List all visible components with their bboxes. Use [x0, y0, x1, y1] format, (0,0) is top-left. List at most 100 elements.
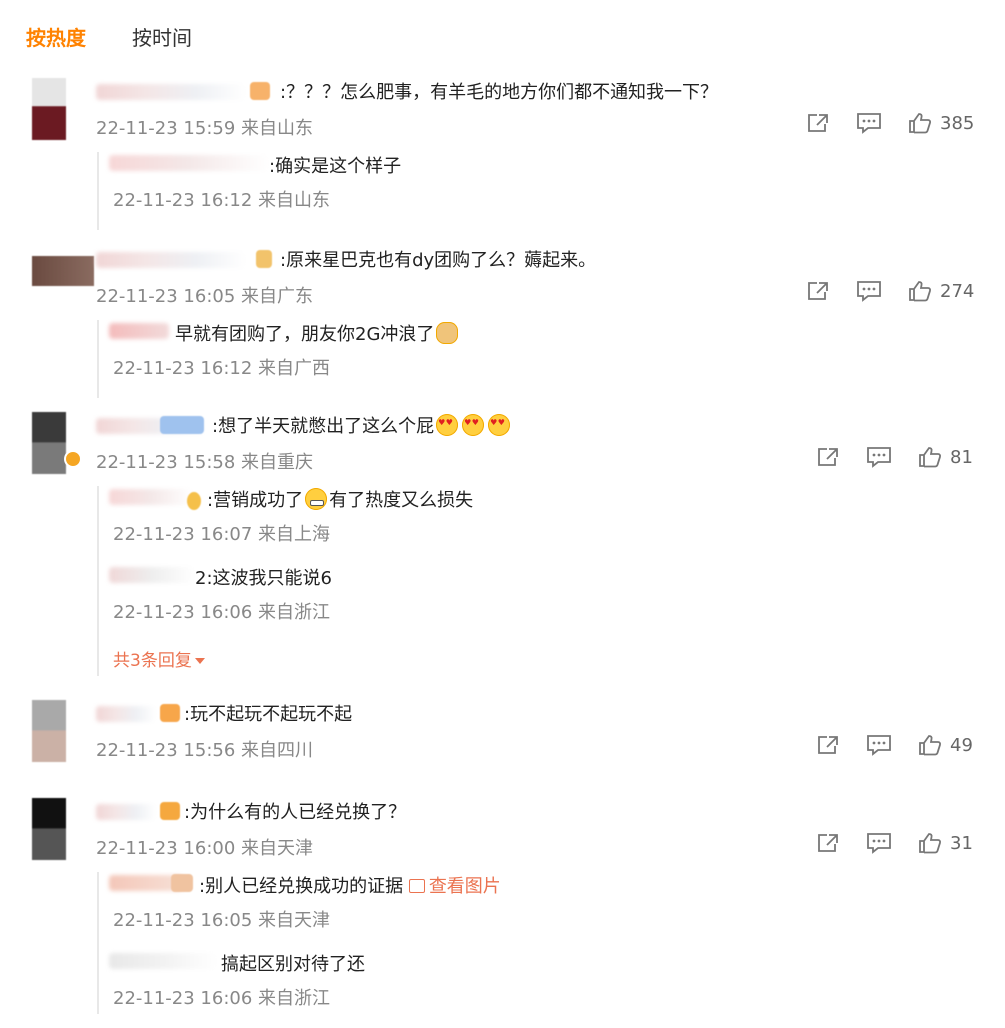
- reply-username-blurred[interactable]: [109, 567, 195, 583]
- avatar[interactable]: [32, 798, 66, 860]
- thumbs-up-icon: [909, 281, 932, 302]
- reply-text-row: :别人已经兑换成功的证据 查看图片: [199, 872, 501, 898]
- like-count: 81: [950, 446, 973, 468]
- reply-username-blurred[interactable]: [109, 953, 217, 969]
- comment-meta: 22-11-23 15:56 来自四川: [96, 740, 314, 761]
- comment-meta: 22-11-23 16:00 来自天津: [96, 838, 314, 859]
- comment-actions: 81: [816, 446, 973, 468]
- view-image-link[interactable]: 查看图片: [408, 876, 501, 897]
- reply-meta: 22-11-23 16:05 来自天津: [113, 910, 331, 931]
- share-button[interactable]: [816, 832, 840, 854]
- more-replies-label: 共3条回复: [113, 651, 192, 671]
- username-blurred[interactable]: [96, 706, 156, 722]
- reply-text: :别人已经兑换成功的证据: [199, 876, 404, 897]
- doge-emoji-icon: [436, 322, 459, 344]
- avatar[interactable]: [32, 256, 94, 286]
- comment-text: :原来星巴克也有dy团购了么？薅起来。: [280, 250, 597, 271]
- username-blurred[interactable]: [96, 84, 246, 100]
- reply-item: :营销成功了 有了热度又么损失 22-11-23 16:07 来自上海: [99, 486, 979, 564]
- reply-username-blurred[interactable]: [109, 489, 193, 505]
- avatar[interactable]: [32, 78, 66, 140]
- reply-item: :别人已经兑换成功的证据 查看图片 22-11-23 16:05 来自天津: [99, 872, 979, 950]
- thumbs-up-icon: [909, 113, 932, 134]
- sort-tabs: 按热度 按时间: [26, 22, 192, 51]
- avatar[interactable]: [32, 412, 66, 474]
- share-button[interactable]: [816, 446, 840, 468]
- like-button[interactable]: 49: [918, 734, 973, 756]
- comment-icon: [867, 735, 891, 756]
- reply-username-blurred[interactable]: [109, 155, 269, 171]
- comment-meta: 22-11-23 15:59 来自山东: [96, 118, 314, 139]
- tab-by-time[interactable]: 按时间: [132, 22, 192, 51]
- fan-badge-icon: [160, 802, 180, 820]
- fan-badge-icon: [250, 82, 270, 100]
- reply-text: :确实是这个样子: [269, 156, 402, 177]
- image-icon: [408, 879, 425, 893]
- comment-button[interactable]: [866, 734, 892, 756]
- thumbs-up-icon: [919, 833, 942, 854]
- reply-text-row: 早就有团购了，朋友你2G冲浪了: [175, 320, 460, 346]
- comment-button[interactable]: [856, 280, 882, 302]
- thumbs-up-icon: [919, 447, 942, 468]
- fan-badge-icon: [171, 874, 193, 892]
- reply-list: :营销成功了 有了热度又么损失 22-11-23 16:07 来自上海 2:这波我…: [97, 486, 979, 676]
- username-blurred[interactable]: [96, 252, 246, 268]
- verified-badge-icon: [64, 450, 82, 468]
- reply-item: :确实是这个样子 22-11-23 16:12 来自山东: [99, 152, 979, 230]
- like-button[interactable]: 31: [918, 832, 973, 854]
- comment-actions: 49: [816, 734, 973, 756]
- heart-eyes-emoji-icon: [436, 414, 459, 436]
- tab-by-popularity[interactable]: 按热度: [26, 22, 86, 51]
- heart-eyes-emoji-icon: [488, 414, 511, 436]
- comment-button[interactable]: [866, 446, 892, 468]
- view-image-label: 查看图片: [428, 876, 501, 897]
- heart-eyes-emoji-icon: [462, 414, 485, 436]
- comment-icon: [857, 113, 881, 134]
- avatar[interactable]: [32, 700, 66, 762]
- comment-meta: 22-11-23 15:58 来自重庆: [96, 452, 314, 473]
- reply-list: :确实是这个样子 22-11-23 16:12 来自山东: [97, 152, 979, 230]
- reply-text: 搞起区别对待了还: [221, 954, 365, 975]
- fan-badge-icon: [160, 704, 180, 722]
- comment-icon: [867, 833, 891, 854]
- like-button[interactable]: 274: [908, 280, 974, 302]
- username-blurred[interactable]: [96, 804, 156, 820]
- reply-meta: 22-11-23 16:07 来自上海: [113, 524, 331, 545]
- share-button[interactable]: [816, 734, 840, 756]
- comment-text: :为什么有的人已经兑换了？: [184, 802, 407, 823]
- comment-actions: 274: [806, 280, 974, 302]
- reply-meta: 22-11-23 16:12 来自山东: [113, 190, 331, 211]
- comment-actions: 31: [816, 832, 973, 854]
- like-button[interactable]: 81: [918, 446, 973, 468]
- reply-meta: 22-11-23 16:06 来自浙江: [113, 988, 331, 1009]
- like-count: 385: [940, 112, 975, 134]
- comment-icon: [857, 281, 881, 302]
- comment-actions: 385: [806, 112, 974, 134]
- reply-text: :营销成功了: [207, 490, 304, 511]
- reply-meta: 22-11-23 16:06 来自浙江: [113, 602, 331, 623]
- reply-text-continued: 有了热度又么损失: [329, 490, 474, 511]
- comment-button[interactable]: [856, 112, 882, 134]
- reply-list: :别人已经兑换成功的证据 查看图片 22-11-23 16:05 来自天津 搞起…: [97, 872, 979, 1014]
- like-count: 274: [940, 280, 975, 302]
- fan-badge-icon: [256, 250, 272, 268]
- share-icon: [808, 114, 828, 132]
- share-icon: [808, 282, 828, 300]
- share-button[interactable]: [806, 280, 830, 302]
- share-button[interactable]: [806, 112, 830, 134]
- comment-button[interactable]: [866, 832, 892, 854]
- more-replies-link[interactable]: 共3条回复: [113, 646, 205, 671]
- like-button[interactable]: 385: [908, 112, 974, 134]
- reply-meta: 22-11-23 16:12 来自广西: [113, 358, 331, 379]
- share-icon: [818, 834, 838, 852]
- thumbs-up-icon: [919, 735, 942, 756]
- comment-text: :玩不起玩不起玩不起: [184, 704, 353, 725]
- reply-text: 2:这波我只能说6: [195, 568, 332, 589]
- like-count: 31: [950, 832, 973, 854]
- reply-item: 搞起区别对待了还 22-11-23 16:06 来自浙江: [99, 950, 979, 1028]
- comment-icon: [867, 447, 891, 468]
- reply-username-blurred[interactable]: [109, 323, 169, 339]
- caret-down-icon: [194, 658, 205, 664]
- share-icon: [818, 736, 838, 754]
- reply-item: 2:这波我只能说6 22-11-23 16:06 来自浙江: [99, 564, 979, 642]
